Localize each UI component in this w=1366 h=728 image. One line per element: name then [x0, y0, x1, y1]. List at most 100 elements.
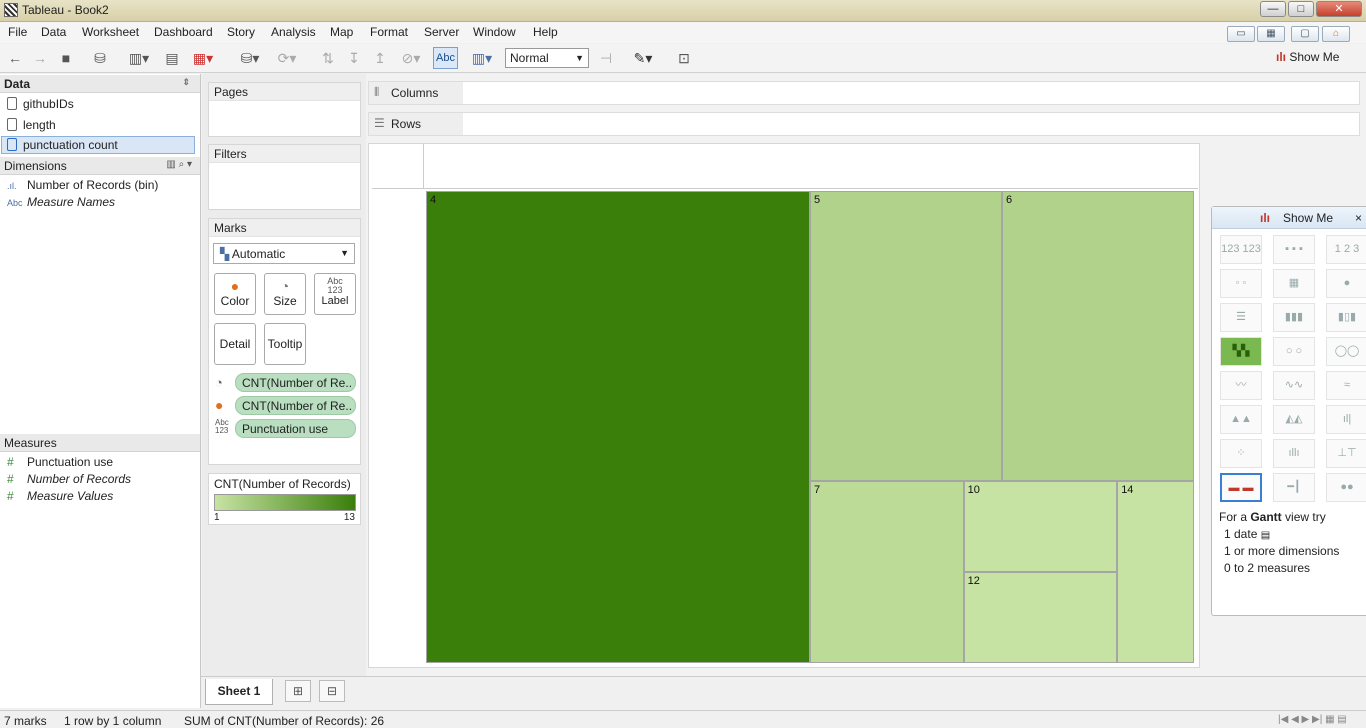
chart-stacked-bars-icon[interactable]: ▮▮▮: [1273, 303, 1315, 332]
clear-sheet-icon[interactable]: ▦▾: [188, 49, 218, 67]
rows-shelf[interactable]: ☰ Rows: [368, 112, 1360, 136]
data-source-githubids[interactable]: githubIDs: [7, 97, 74, 111]
show-me-toolbar-button[interactable]: ılı Show Me: [1276, 50, 1339, 64]
sheet-sorter-icon[interactable]: ▦: [1257, 26, 1285, 42]
menu-map[interactable]: Map: [330, 25, 353, 39]
pages-card[interactable]: Pages: [208, 82, 361, 137]
chart-histogram-icon[interactable]: ıllı: [1273, 439, 1315, 468]
close-button[interactable]: ✕: [1316, 1, 1362, 17]
menu-data[interactable]: Data: [41, 25, 66, 39]
chart-dual-combination-icon[interactable]: ıl|: [1326, 405, 1366, 434]
chart-scatter-plot-icon[interactable]: ⁘: [1220, 439, 1262, 468]
data-source-view-icon[interactable]: ▭: [1227, 26, 1255, 42]
treemap-cell[interactable]: 4: [426, 191, 810, 663]
mark-type-select[interactable]: ▚ Automatic ▼: [213, 243, 355, 264]
chart-discrete-lines-icon[interactable]: ∿∿: [1273, 371, 1315, 400]
color-pill[interactable]: CNT(Number of Re..: [235, 396, 356, 415]
chart-box-whisker-icon[interactable]: ⊥⊤: [1326, 439, 1366, 468]
minimize-button[interactable]: —: [1260, 1, 1286, 17]
treemap-cell[interactable]: 14: [1117, 481, 1194, 663]
chart-highlight-table-icon[interactable]: 1 2 3: [1326, 235, 1366, 264]
treemap-cell[interactable]: 10: [963, 481, 1118, 573]
field-measure-names[interactable]: Abc Measure Names: [7, 195, 115, 209]
treemap[interactable]: 4 5 6 7 10 12 14: [426, 191, 1194, 663]
save-icon[interactable]: ■: [56, 49, 76, 67]
treemap-cell[interactable]: 12: [963, 572, 1118, 663]
chart-side-by-side-circles-icon[interactable]: ◯◯: [1326, 337, 1366, 366]
view-canvas[interactable]: 4 5 6 7 10 12 14: [368, 143, 1200, 668]
chart-pie-chart-icon[interactable]: ●: [1326, 269, 1366, 298]
treemap-cell[interactable]: 6: [1002, 191, 1194, 482]
pin-icon[interactable]: ⊣: [596, 49, 616, 67]
swap-icon[interactable]: ⇅: [318, 49, 338, 67]
sheet-navigation-icon[interactable]: |◀ ◀ ▶ ▶| ▦ ▤: [1278, 714, 1347, 725]
color-legend-card[interactable]: CNT(Number of Records) 1 13: [208, 473, 361, 525]
close-icon[interactable]: ×: [1355, 211, 1362, 225]
field-punctuation-use[interactable]: # Punctuation use: [7, 455, 113, 469]
chart-filled-map-icon[interactable]: ▦: [1273, 269, 1315, 298]
chart-circle-views-icon[interactable]: ○ ○: [1273, 337, 1315, 366]
chart-text-table-icon[interactable]: 123 123: [1220, 235, 1262, 264]
fit-select[interactable]: Normal ▼: [505, 48, 589, 68]
field-number-of-records[interactable]: # Number of Records: [7, 472, 131, 486]
chart-area-discrete-icon[interactable]: ◭◭: [1273, 405, 1315, 434]
color-button[interactable]: ● Color: [214, 273, 256, 315]
columns-shelf[interactable]: ⦀ Columns: [368, 81, 1360, 105]
menu-dashboard[interactable]: Dashboard: [154, 25, 213, 39]
pause-updates-icon[interactable]: ⛁▾: [235, 49, 265, 67]
new-worksheet-icon[interactable]: ▥▾: [124, 49, 154, 67]
chart-area-continuous-icon[interactable]: ▲▲: [1220, 405, 1262, 434]
chart-heat-map-icon[interactable]: ▪ ▪ ▪: [1273, 235, 1315, 264]
data-source-length[interactable]: length: [7, 118, 56, 132]
sheet-tab[interactable]: Sheet 1: [205, 679, 273, 705]
presentation-mode-icon[interactable]: ⊡: [674, 49, 694, 67]
pane-menu-icon[interactable]: ⇕: [182, 77, 190, 88]
chart-bullet-graph-icon[interactable]: ━┃: [1273, 473, 1315, 502]
show-mark-labels-button[interactable]: Abc: [433, 47, 458, 69]
chart-side-by-side-bars-icon[interactable]: ▮▯▮: [1326, 303, 1366, 332]
filters-card[interactable]: Filters: [208, 144, 361, 210]
menu-file[interactable]: File: [8, 25, 27, 39]
new-worksheet-tab-icon[interactable]: ⊞: [285, 680, 311, 702]
undo-icon[interactable]: ←: [5, 49, 25, 67]
presentation-icon[interactable]: ▢: [1291, 26, 1319, 42]
connect-data-icon[interactable]: ⛁: [90, 49, 110, 67]
treemap-cell[interactable]: 7: [810, 481, 964, 663]
sort-descending-icon[interactable]: ↥: [370, 49, 390, 67]
menu-worksheet[interactable]: Worksheet: [82, 25, 139, 39]
new-dashboard-tab-icon[interactable]: ⊟: [319, 680, 345, 702]
highlight-icon[interactable]: ✎▾: [628, 49, 658, 67]
chart-horizontal-bars-icon[interactable]: ☰: [1220, 303, 1262, 332]
menu-format[interactable]: Format: [370, 25, 408, 39]
duplicate-sheet-icon[interactable]: ▤: [162, 49, 182, 67]
chart-symbol-map-icon[interactable]: ◦ ◦: [1220, 269, 1262, 298]
field-number-of-records-bin[interactable]: .ıl. Number of Records (bin): [7, 178, 158, 192]
home-icon[interactable]: ⌂: [1322, 26, 1350, 42]
chart-dual-lines-icon[interactable]: ≈: [1326, 371, 1366, 400]
chart-continuous-lines-icon[interactable]: 〰: [1220, 371, 1262, 400]
menu-server[interactable]: Server: [424, 25, 459, 39]
fit-icon[interactable]: ▥▾: [467, 49, 497, 67]
sort-ascending-icon[interactable]: ↧: [344, 49, 364, 67]
size-button[interactable]: ◔ Size: [264, 273, 306, 315]
menu-analysis[interactable]: Analysis: [271, 25, 316, 39]
tooltip-button[interactable]: Tooltip: [264, 323, 306, 365]
treemap-cell[interactable]: 5: [810, 191, 1002, 482]
menu-window[interactable]: Window: [473, 25, 516, 39]
search-icon[interactable]: ▥ ⌕ ▾: [166, 159, 192, 170]
data-source-punctuation-count[interactable]: punctuation count: [7, 138, 118, 152]
group-icon[interactable]: ⊘▾: [396, 49, 426, 67]
chart-packed-bubbles-icon[interactable]: ●●: [1326, 473, 1366, 502]
redo-icon[interactable]: →: [30, 49, 50, 67]
chart-treemap-icon[interactable]: ▚▚: [1220, 337, 1262, 366]
chart-gantt-icon[interactable]: ▬ ▬: [1220, 473, 1262, 502]
detail-button[interactable]: Detail: [214, 323, 256, 365]
field-measure-values[interactable]: # Measure Values: [7, 489, 113, 503]
size-pill[interactable]: CNT(Number of Re..: [235, 373, 356, 392]
menu-story[interactable]: Story: [227, 25, 255, 39]
refresh-icon[interactable]: ⟳▾: [272, 49, 302, 67]
menu-help[interactable]: Help: [533, 25, 558, 39]
maximize-button[interactable]: □: [1288, 1, 1314, 17]
label-pill[interactable]: Punctuation use: [235, 419, 356, 438]
label-button[interactable]: Abc 123 Label: [314, 273, 356, 315]
